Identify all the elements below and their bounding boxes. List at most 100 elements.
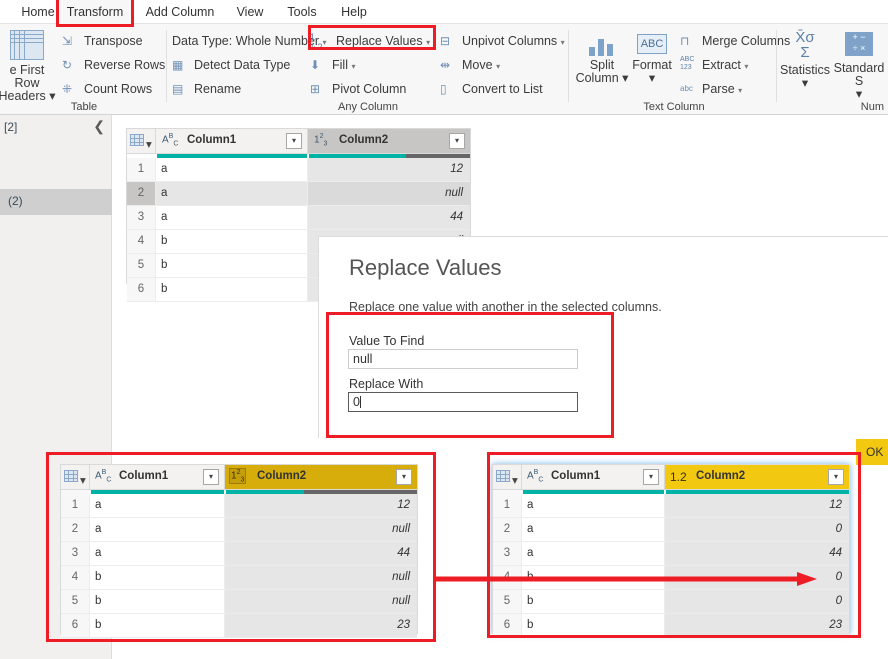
table-row[interactable]: 4b0 xyxy=(493,566,849,590)
column-header-column2[interactable]: 1.2 Column2 ▾ xyxy=(665,465,849,489)
query-list-item-selected[interactable]: (2) xyxy=(0,189,112,215)
row-number[interactable]: 3 xyxy=(493,542,522,565)
cell-column2[interactable]: 12 xyxy=(665,494,849,517)
format-button[interactable]: ABC Format ▾ xyxy=(628,32,676,85)
table-select-all-header[interactable]: ▾ xyxy=(127,129,156,153)
chevron-down-icon[interactable]: ▾ xyxy=(561,38,565,47)
cell-column2[interactable]: 12 xyxy=(308,158,470,181)
row-number[interactable]: 6 xyxy=(127,278,156,301)
column-filter-dropdown[interactable]: ▾ xyxy=(449,133,465,149)
value-to-find-input[interactable]: null xyxy=(348,349,578,369)
cell-column2[interactable]: 0 xyxy=(665,566,849,589)
column-header-column1[interactable]: ABC Column1 ▾ xyxy=(90,465,225,489)
table-row[interactable]: 6 b 23 xyxy=(493,614,849,638)
chevron-down-icon[interactable]: ▾ xyxy=(744,62,748,71)
cell-column1[interactable]: b xyxy=(522,566,665,589)
table-row[interactable]: 3 a 44 xyxy=(127,206,470,230)
cell-column2[interactable]: null xyxy=(308,182,470,205)
tab-add-column[interactable]: Add Column xyxy=(138,0,222,24)
table-row[interactable]: 1 a 12 xyxy=(61,494,417,518)
split-column-button[interactable]: Split Column ▾ xyxy=(574,32,630,85)
use-first-row-as-headers-button[interactable]: e First Row Headers ▾ xyxy=(0,28,58,103)
cell-column2[interactable]: 23 xyxy=(665,614,849,637)
chevron-down-icon[interactable]: ▾ xyxy=(628,72,676,85)
chevron-down-icon[interactable]: ▾ xyxy=(426,38,430,47)
cell-column1[interactable]: b xyxy=(90,566,225,589)
table-row[interactable]: 3 a 44 xyxy=(493,542,849,566)
column-filter-dropdown[interactable]: ▾ xyxy=(203,469,219,485)
cell-column1[interactable]: a xyxy=(90,518,225,541)
row-number[interactable]: 1 xyxy=(127,158,156,181)
column-filter-dropdown[interactable]: ▾ xyxy=(828,469,844,485)
ok-button[interactable]: OK xyxy=(856,439,888,465)
cell-column1[interactable]: a xyxy=(90,494,225,517)
row-number[interactable]: 1 xyxy=(493,494,522,517)
cell-column1[interactable]: b xyxy=(90,614,225,637)
chevron-down-icon[interactable]: ▾ xyxy=(351,62,355,71)
row-number[interactable]: 2 xyxy=(493,518,522,541)
cell-column2[interactable]: 44 xyxy=(225,542,417,565)
cell-column2[interactable]: null xyxy=(225,518,417,541)
cell-column2[interactable]: 0 xyxy=(665,590,849,613)
cell-column2[interactable]: 23 xyxy=(225,614,417,637)
statistics-button[interactable]: X̄σ Σ Statistics ▾ xyxy=(776,30,834,90)
row-number[interactable]: 1 xyxy=(61,494,90,517)
column-header-column2[interactable]: 123 Column2 ▾ xyxy=(308,129,470,153)
chevron-down-icon[interactable]: ▾ xyxy=(738,86,742,95)
table-row[interactable]: 6 b 23 xyxy=(61,614,417,638)
table-row[interactable]: 5 b null xyxy=(61,590,417,614)
cell-column1[interactable]: a xyxy=(522,542,665,565)
cell-column2[interactable]: 44 xyxy=(665,542,849,565)
table-row[interactable]: 1 a 12 xyxy=(493,494,849,518)
table-row[interactable]: 5b0 xyxy=(493,590,849,614)
chevron-down-icon[interactable]: ▾ xyxy=(146,137,152,151)
tab-transform[interactable]: Transform xyxy=(57,0,133,24)
cell-column1[interactable]: a xyxy=(522,494,665,517)
cell-column1[interactable]: a xyxy=(90,542,225,565)
row-number[interactable]: 6 xyxy=(493,614,522,637)
cell-column1[interactable]: b xyxy=(156,230,308,253)
cell-column1[interactable]: a xyxy=(156,158,308,181)
cell-column2[interactable]: 44 xyxy=(308,206,470,229)
row-number[interactable]: 4 xyxy=(61,566,90,589)
row-number[interactable]: 5 xyxy=(127,254,156,277)
column-filter-dropdown[interactable]: ▾ xyxy=(396,469,412,485)
row-number[interactable]: 3 xyxy=(61,542,90,565)
cell-column1[interactable]: b xyxy=(156,278,308,301)
cell-column1[interactable]: b xyxy=(522,590,665,613)
tab-help[interactable]: Help xyxy=(330,0,378,24)
cell-column1[interactable]: a xyxy=(156,182,308,205)
chevron-down-icon[interactable]: ▾ xyxy=(496,62,500,71)
column-header-column1[interactable]: ABC Column1 ▾ xyxy=(522,465,665,489)
cell-column1[interactable]: b xyxy=(522,614,665,637)
table-row[interactable]: 1 a 12 xyxy=(127,158,470,182)
table-row[interactable]: 4bnull xyxy=(61,566,417,590)
cell-column2[interactable]: null xyxy=(225,566,417,589)
table-row[interactable]: 2 a null xyxy=(61,518,417,542)
chevron-down-icon[interactable]: ▾ xyxy=(830,88,888,101)
tab-tools[interactable]: Tools xyxy=(278,0,326,24)
table-select-all-header[interactable]: ▾ xyxy=(61,465,90,489)
table-row[interactable]: 3 a 44 xyxy=(61,542,417,566)
row-number[interactable]: 3 xyxy=(127,206,156,229)
cell-column2[interactable]: 0 xyxy=(665,518,849,541)
cell-column1[interactable]: b xyxy=(90,590,225,613)
column-filter-dropdown[interactable]: ▾ xyxy=(643,469,659,485)
row-number[interactable]: 4 xyxy=(127,230,156,253)
row-number[interactable]: 5 xyxy=(61,590,90,613)
cell-column1[interactable]: b xyxy=(156,254,308,277)
cell-column2[interactable]: 12 xyxy=(225,494,417,517)
column-filter-dropdown[interactable]: ▾ xyxy=(286,133,302,149)
row-number[interactable]: 5 xyxy=(493,590,522,613)
row-number[interactable]: 2 xyxy=(61,518,90,541)
table-row[interactable]: 2a0 xyxy=(493,518,849,542)
column-header-column2[interactable]: 123 Column2 ▾ xyxy=(225,465,417,489)
chevron-down-icon[interactable]: ▾ xyxy=(776,77,834,90)
standard-button[interactable]: + − ÷ × Standard S ▾ xyxy=(830,30,888,101)
row-number[interactable]: 6 xyxy=(61,614,90,637)
row-number[interactable]: 4 xyxy=(493,566,522,589)
tab-view[interactable]: View xyxy=(226,0,274,24)
cell-column1[interactable]: a xyxy=(156,206,308,229)
table-select-all-header[interactable]: ▾ xyxy=(493,465,522,489)
cell-column1[interactable]: a xyxy=(522,518,665,541)
